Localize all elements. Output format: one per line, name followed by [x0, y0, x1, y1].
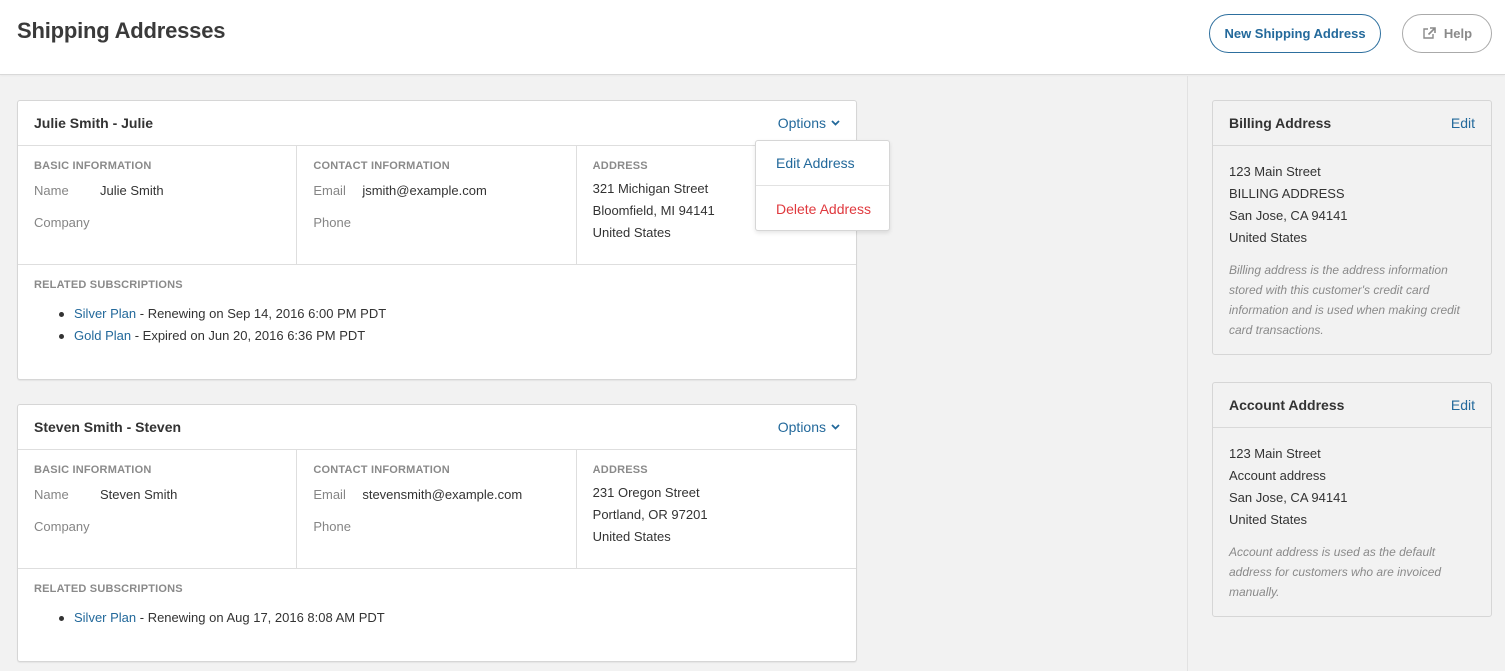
section-label: CONTACT INFORMATION: [313, 464, 450, 476]
subscription-item: Silver Plan - Renewing on Aug 17, 2016 8…: [58, 607, 840, 629]
section-label: CONTACT INFORMATION: [313, 160, 450, 172]
plan-link[interactable]: Gold Plan: [74, 328, 131, 343]
billing-address-line: San Jose, CA 94141: [1229, 208, 1348, 223]
section-label: BASIC INFORMATION: [34, 464, 152, 476]
subscription-status: - Expired on Jun 20, 2016 6:36 PM PDT: [131, 328, 366, 343]
contact-information-section: CONTACT INFORMATION Email jsmith@example.…: [297, 146, 577, 264]
billing-address-title: Billing Address: [1229, 115, 1332, 131]
external-link-icon: [1423, 27, 1436, 39]
account-address-note: Account address is used as the default a…: [1229, 545, 1442, 599]
account-address-line: United States: [1229, 512, 1308, 527]
name-label: Name: [34, 183, 69, 198]
card-header: Steven Smith - Steven Options: [18, 405, 856, 450]
help-label: Help: [1443, 26, 1473, 41]
options-dropdown-toggle[interactable]: Options: [778, 419, 840, 435]
account-address-header: Account Address Edit: [1213, 383, 1491, 428]
account-address-line: Account address: [1229, 468, 1326, 483]
subscription-list: Silver Plan - Renewing on Aug 17, 2016 8…: [34, 607, 840, 629]
sidebar-divider: [1187, 76, 1188, 671]
options-dropdown-menu: Edit Address Delete Address: [755, 140, 890, 231]
address-line: Portland, OR 97201: [592, 507, 708, 522]
shipping-address-card: Julie Smith - Julie Options BASIC INFORM…: [17, 100, 857, 380]
related-subscriptions-section: RELATED SUBSCRIPTIONS Silver Plan - Rene…: [18, 569, 856, 661]
name-value: Steven Smith: [100, 487, 178, 502]
options-label: Options: [777, 115, 826, 131]
account-address-card: Account Address Edit 123 Main Street Acc…: [1212, 382, 1492, 617]
section-label: RELATED SUBSCRIPTIONS: [34, 279, 183, 291]
section-label: BASIC INFORMATION: [34, 160, 152, 172]
card-header: Julie Smith - Julie Options: [18, 101, 856, 146]
account-address-line: 123 Main Street: [1229, 446, 1321, 461]
plan-link[interactable]: Silver Plan: [74, 306, 136, 321]
card-title: Steven Smith - Steven: [34, 419, 182, 435]
card-title: Julie Smith - Julie: [34, 115, 154, 131]
contact-information-section: CONTACT INFORMATION Email stevensmith@exa…: [297, 450, 577, 568]
phone-label: Phone: [313, 215, 351, 230]
page-title: Shipping Addresses: [17, 18, 226, 43]
subscription-status: - Renewing on Sep 14, 2016 6:00 PM PDT: [136, 306, 387, 321]
options-label: Options: [777, 419, 826, 435]
subscription-list: Silver Plan - Renewing on Sep 14, 2016 6…: [34, 303, 840, 347]
plan-link[interactable]: Silver Plan: [74, 610, 136, 625]
options-dropdown-toggle[interactable]: Options: [778, 115, 840, 131]
address-line: 231 Oregon Street: [592, 485, 700, 500]
email-value: stevensmith@example.com: [362, 487, 523, 502]
chevron-down-icon: [831, 424, 840, 430]
help-button[interactable]: Help: [1402, 14, 1492, 53]
shipping-address-card: Steven Smith - Steven Options BASIC INFO…: [17, 404, 857, 662]
section-label: RELATED SUBSCRIPTIONS: [34, 583, 183, 595]
edit-address-menu-item[interactable]: Edit Address: [756, 141, 889, 186]
new-shipping-address-button[interactable]: New Shipping Address: [1209, 14, 1381, 53]
name-value: Julie Smith: [100, 183, 164, 198]
account-address-line: San Jose, CA 94141: [1229, 490, 1348, 505]
basic-information-section: BASIC INFORMATION Name Steven Smith Compa…: [18, 450, 298, 568]
name-label: Name: [34, 487, 69, 502]
section-label: ADDRESS: [592, 464, 648, 476]
billing-address-card: Billing Address Edit 123 Main Street BIL…: [1212, 100, 1492, 355]
page-header: Shipping Addresses New Shipping Address …: [0, 0, 1505, 75]
address-line: United States: [592, 529, 671, 544]
company-label: Company: [34, 215, 90, 230]
billing-address-line: BILLING ADDRESS: [1229, 186, 1345, 201]
subscription-item: Silver Plan - Renewing on Sep 14, 2016 6…: [58, 303, 840, 325]
company-label: Company: [34, 519, 90, 534]
phone-label: Phone: [313, 519, 351, 534]
billing-address-note: Billing address is the address informati…: [1229, 263, 1460, 337]
billing-address-line: United States: [1229, 230, 1308, 245]
email-label: Email: [313, 487, 346, 502]
edit-billing-address-link[interactable]: Edit: [1451, 115, 1475, 131]
delete-address-menu-item[interactable]: Delete Address: [756, 186, 889, 231]
billing-address-line: 123 Main Street: [1229, 164, 1321, 179]
account-address-title: Account Address: [1229, 397, 1345, 413]
chevron-down-icon: [831, 120, 840, 126]
email-value: jsmith@example.com: [362, 183, 487, 198]
address-section: ADDRESS 231 Oregon Street Portland, OR 9…: [577, 450, 856, 568]
basic-information-section: BASIC INFORMATION Name Julie Smith Compan…: [18, 146, 298, 264]
subscription-status: - Renewing on Aug 17, 2016 8:08 AM PDT: [136, 610, 385, 625]
edit-account-address-link[interactable]: Edit: [1451, 397, 1475, 413]
email-label: Email: [313, 183, 346, 198]
billing-address-header: Billing Address Edit: [1213, 101, 1491, 146]
related-subscriptions-section: RELATED SUBSCRIPTIONS Silver Plan - Rene…: [18, 265, 856, 379]
subscription-item: Gold Plan - Expired on Jun 20, 2016 6:36…: [58, 325, 840, 347]
